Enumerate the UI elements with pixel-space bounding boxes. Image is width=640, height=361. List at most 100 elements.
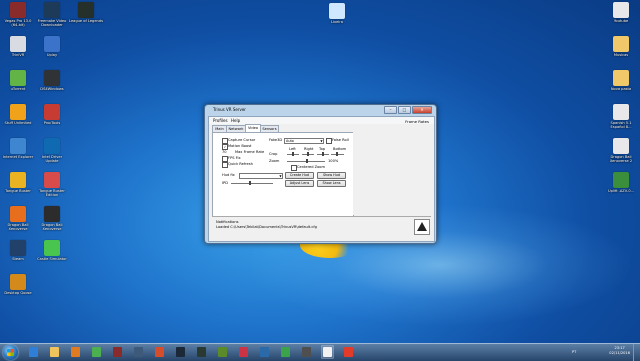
fake3d-select[interactable]: Auto ▼	[284, 138, 324, 144]
desktop-icon-label: Stuff Unlimited	[4, 121, 32, 125]
desktop-icon[interactable]: Steam	[1, 240, 35, 261]
desktop-icon[interactable]: Tongue Buster Edition	[35, 172, 69, 198]
crop-right-thumb[interactable]	[307, 152, 309, 156]
desktop-icon-label: Freemake Video Downloader	[37, 19, 67, 28]
taskbar-app14-icon[interactable]	[300, 345, 313, 359]
desktop-icon[interactable]: Internet Explorer	[1, 138, 35, 159]
max-frame-rate-label: Max Frame Rate	[235, 150, 265, 154]
trinus-icon	[323, 347, 332, 357]
taskbar-app11-icon[interactable]	[237, 345, 250, 359]
motion-boost-label: Motion Boost	[228, 144, 252, 148]
taskbar-media-icon[interactable]	[69, 345, 82, 359]
desktop-icon[interactable]: Stuff Unlimited	[1, 104, 35, 125]
desktop-icon[interactable]: League of Legends	[69, 2, 103, 23]
zoom-label: Zoom	[269, 159, 280, 163]
app11-icon	[239, 347, 248, 357]
desktop-icon[interactable]: ProcTools	[35, 104, 69, 125]
window-titlebar[interactable]: Trinus VR Server – □ ✕	[205, 105, 436, 115]
tab-sensors[interactable]: Sensors	[260, 125, 279, 132]
crop-bottom-thumb[interactable]	[336, 152, 338, 156]
windows-logo-icon	[7, 349, 14, 356]
crop-top-thumb[interactable]	[322, 152, 324, 156]
desktop-icon[interactable]: Dragon Ball Xenoverse	[1, 206, 35, 232]
taskbar-app6-icon[interactable]	[132, 345, 145, 359]
app7-icon	[155, 347, 164, 357]
desktop-icon[interactable]: DS4Windows	[35, 70, 69, 91]
language-indicator[interactable]: PT	[572, 350, 576, 354]
app-icon	[613, 104, 629, 120]
window-title: Trinus VR Server	[213, 107, 246, 112]
taskbar-app13-icon[interactable]	[279, 345, 292, 359]
taskbar-app12-icon[interactable]	[258, 345, 271, 359]
desktop-icon[interactable]: Vegas Pro 13.0 (64-bit)	[1, 2, 35, 28]
show-lens-button[interactable]: Show Lens	[317, 180, 346, 187]
desktop-icon-label: TriniVR	[11, 53, 25, 57]
show-hud-button[interactable]: Show Hud	[317, 172, 346, 179]
adjust-lens-button[interactable]: Adjust Lens	[285, 180, 314, 187]
taskbar-app10-icon[interactable]	[216, 345, 229, 359]
desktop-icon[interactable]: Dragon Ball Xenoverse	[35, 206, 69, 232]
ipd-slider[interactable]	[231, 183, 273, 184]
taskbar-lol-icon[interactable]	[195, 345, 208, 359]
app12-icon	[260, 347, 269, 357]
notification-text: Loaded C:\Users\Tekilat\Documents\Trinus…	[216, 225, 317, 229]
desktop-icon-label: Uplift -AZV-0...	[607, 189, 635, 193]
app-icon	[613, 70, 629, 86]
desktop-icon[interactable]: Musicas	[604, 36, 638, 57]
taskbar-explorer-icon[interactable]	[48, 345, 61, 359]
tab-video[interactable]: Video	[245, 124, 261, 132]
desktop-icon[interactable]: Uplay	[35, 36, 69, 57]
taskbar-app16-icon[interactable]	[342, 345, 355, 359]
crop-left-thumb[interactable]	[292, 152, 294, 156]
hud-fix-select[interactable]: ▼	[239, 173, 283, 179]
create-hud-button[interactable]: Create Hud	[285, 172, 314, 179]
desktop-icon-label: Spanish 5.1 Español 8...	[610, 121, 632, 130]
desktop-icon[interactable]: Tongue Buster	[1, 172, 35, 193]
app-icon	[613, 2, 629, 18]
recycle-bin-icon[interactable]: Lixeira	[320, 3, 354, 24]
desktop-icon[interactable]: Nova pasta	[604, 70, 638, 91]
centered-zoom-label: Centered Zoom	[297, 165, 326, 169]
start-button[interactable]	[3, 345, 18, 360]
app-icon	[78, 2, 94, 18]
desktop-icon-label: Youtube	[613, 19, 629, 23]
zoom-thumb[interactable]	[306, 159, 308, 163]
close-button[interactable]: ✕	[412, 106, 432, 114]
desktop-icon[interactable]: Freemake Video Downloader	[35, 2, 69, 28]
desktop-icon[interactable]: Castle Simulator	[35, 240, 69, 261]
maximize-button[interactable]: □	[398, 106, 411, 114]
desktop-icon[interactable]: Desktop Goose	[1, 274, 35, 295]
system-clock[interactable]: 23:17 02/11/2016	[609, 346, 630, 356]
taskbar-steam-icon[interactable]	[174, 345, 187, 359]
desktop-icon-label: Uplay	[46, 53, 58, 57]
ipd-thumb[interactable]	[249, 181, 251, 185]
taskbar: PT 23:17 02/11/2016	[0, 343, 640, 361]
crop-left-label: Left	[289, 147, 296, 151]
taskbar-chrome-icon[interactable]	[90, 345, 103, 359]
minimize-button[interactable]: –	[384, 106, 397, 114]
taskbar-vegas-icon[interactable]	[111, 345, 124, 359]
taskbar-trinus-icon[interactable]	[321, 345, 334, 359]
tab-network[interactable]: Network	[226, 125, 246, 132]
desktop-icon[interactable]: Intel Driver Update	[35, 138, 69, 164]
chevron-down-icon: ▼	[320, 139, 323, 143]
fps-value: 70	[222, 150, 227, 154]
desktop-icon[interactable]: Youtube	[604, 2, 638, 23]
app-icon	[44, 138, 60, 154]
menu-help[interactable]: Help	[231, 118, 240, 123]
desktop-icon-label: Nova pasta	[610, 87, 632, 91]
app-icon	[10, 2, 26, 18]
desktop-icon[interactable]: Dragon Ball Xenoverse 2	[604, 138, 638, 164]
desktop-icon-label: Dragon Ball Xenoverse 2	[609, 155, 633, 164]
taskbar-ie-icon[interactable]	[27, 345, 40, 359]
clock-date: 02/11/2016	[609, 351, 630, 355]
desktop-icon[interactable]: uTorrent	[1, 70, 35, 91]
tab-main[interactable]: Main	[212, 125, 227, 132]
menu-profiles[interactable]: Profiles	[213, 118, 228, 123]
show-desktop-button[interactable]	[633, 344, 640, 361]
desktop-icon[interactable]: TriniVR	[1, 36, 35, 57]
taskbar-app7-icon[interactable]	[153, 345, 166, 359]
desktop-icon[interactable]: Uplift -AZV-0...	[604, 172, 638, 193]
desktop-icon-label: Tongue Buster	[5, 189, 31, 193]
desktop-icon[interactable]: Spanish 5.1 Español 8...	[604, 104, 638, 130]
